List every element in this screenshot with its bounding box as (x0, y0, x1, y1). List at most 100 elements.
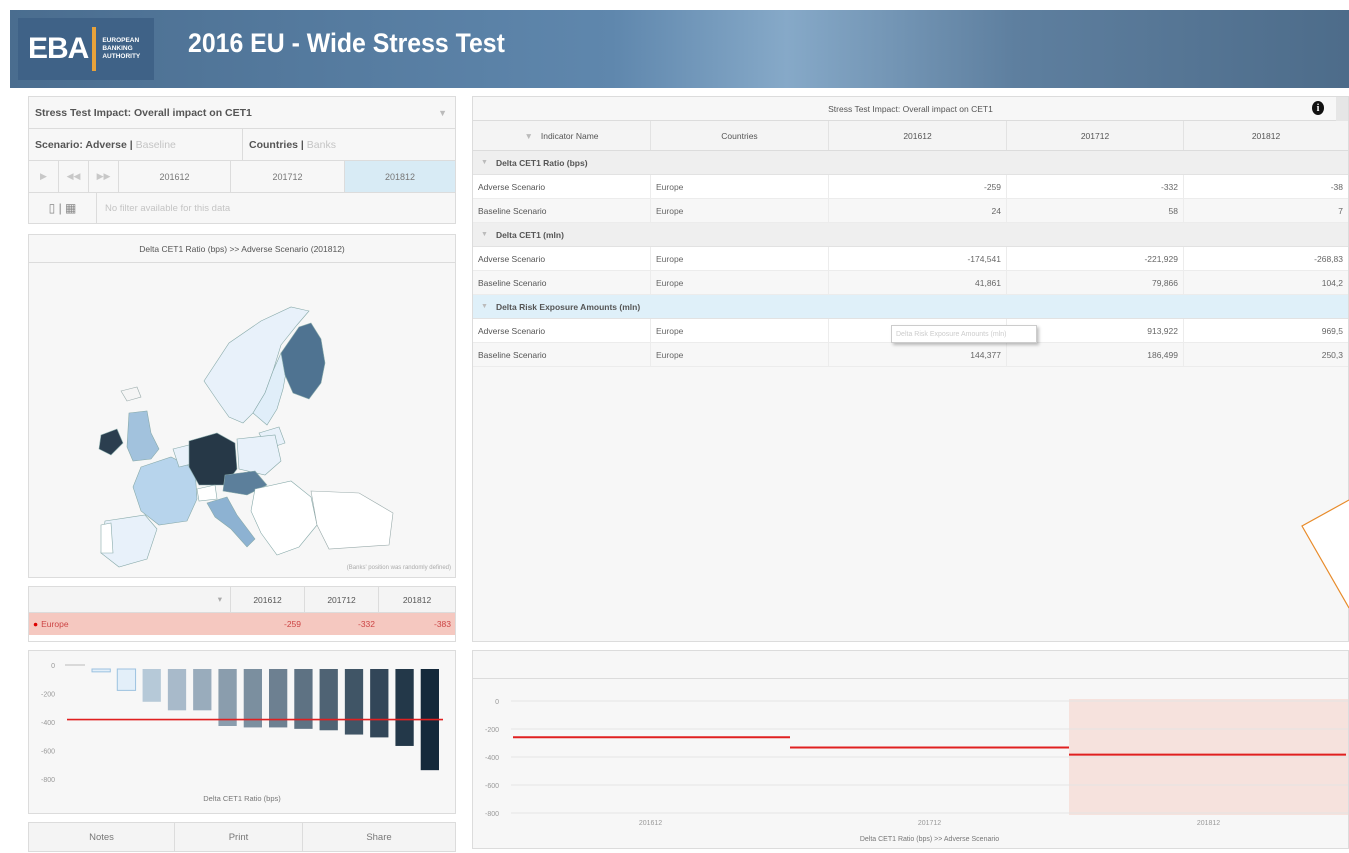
table-icon[interactable]: ▦ (65, 201, 76, 215)
data-table-panel: Stress Test Impact: Overall impact on CE… (472, 96, 1349, 642)
bar-y-tick: -200 (41, 692, 55, 699)
page-title: 2016 EU - Wide Stress Test (188, 28, 505, 58)
row-country: Europe (651, 175, 829, 198)
row-value-201712: 79,866 (1007, 271, 1184, 294)
banks-option[interactable]: Banks (307, 139, 336, 151)
bar-mark[interactable] (319, 669, 338, 731)
annotation-callout-shape (1301, 499, 1349, 609)
col-countries[interactable]: Countries (651, 121, 829, 150)
col-201712[interactable]: 201712 (1007, 121, 1184, 150)
table-row[interactable]: Baseline Scenario Europe 144,377 186,499 250… (473, 343, 1348, 367)
panel-scroll-handle[interactable] (1336, 97, 1348, 121)
share-button[interactable]: Share (303, 823, 455, 851)
map-region-iceland[interactable] (120, 386, 142, 402)
countries-toggle[interactable]: Countries | Banks (243, 129, 455, 160)
print-button[interactable]: Print (175, 823, 303, 851)
row-label: Adverse Scenario (473, 247, 651, 270)
bar-mark[interactable] (142, 669, 161, 702)
collapse-icon[interactable]: ▼ (481, 231, 488, 238)
summary-table: ▾ 201612 201712 201812 ● Europe -259 -332… (28, 586, 456, 642)
period-201612[interactable]: 201612 (119, 161, 231, 192)
col-201612[interactable]: 201612 (829, 121, 1007, 150)
bar-mark[interactable] (218, 669, 237, 726)
table-row[interactable]: Baseline Scenario Europe 24 58 7 (473, 199, 1348, 223)
indicator-dropdown[interactable]: Stress Test Impact: Overall impact on CE… (29, 97, 455, 129)
bar-mark[interactable] (344, 669, 364, 735)
line-y-tick: -200 (485, 727, 499, 734)
map-region-poland[interactable] (236, 434, 282, 476)
eba-logo: EBA EUROPEAN BANKING AUTHORITY (18, 18, 154, 80)
row-value-201812: 969,5 (1321, 325, 1343, 336)
summary-row-europe[interactable]: ● Europe -259 -332 -383 (29, 613, 455, 635)
bar-chart[interactable]: 0 -200 -400 -600 -800 Delta CET1 Ratio (bps) (29, 651, 455, 813)
bar-mark[interactable] (370, 669, 389, 738)
logo-bar (92, 27, 97, 71)
table-row[interactable]: Adverse Scenario Europe -174,541 -221,929 -2… (473, 247, 1348, 271)
red-dot-icon: ● (33, 619, 39, 629)
col-indicator-name[interactable]: ▼ Indicator Name (473, 121, 651, 150)
line-y-tick: -800 (485, 811, 499, 818)
bar-mark[interactable] (116, 668, 137, 691)
bar-mark[interactable] (269, 669, 288, 728)
bar-mark[interactable] (243, 669, 262, 728)
row-label: Baseline Scenario (473, 271, 651, 294)
collapse-icon[interactable]: ▼ (481, 159, 488, 166)
play-icon[interactable]: ▶ (29, 161, 59, 192)
period-201712[interactable]: 201712 (231, 161, 345, 192)
map-region-balkans[interactable] (250, 480, 318, 556)
line-x-tick: 201812 (1197, 820, 1220, 827)
scenario-toggle[interactable]: Scenario: Adverse | Baseline (29, 129, 243, 160)
bar-mark[interactable] (193, 669, 212, 711)
table-group-header[interactable]: ▼ Delta Risk Exposure Amounts (mln) (473, 295, 1348, 319)
bar-mark[interactable] (91, 668, 111, 673)
line-chart-panel: 0 -200 -400 -600 -800 201612 201712 201812 Delta… (472, 650, 1349, 849)
europe-map[interactable]: (Banks' position was randomly defined) (29, 263, 455, 575)
row-value-201812: 104,2 (1321, 277, 1343, 288)
view-toggle[interactable]: ▯ | ▦ (29, 193, 97, 223)
line-chart[interactable]: 0 -200 -400 -600 -800 201612 201712 201812 Delta… (473, 679, 1348, 848)
bar-y-tick: 0 (51, 663, 55, 670)
row-value-201612: 24 (829, 199, 1007, 222)
table-row[interactable]: Baseline Scenario Europe 41,861 79,866 104,2 (473, 271, 1348, 295)
summary-header-201612: 201612 (231, 587, 305, 612)
rewind-icon[interactable]: ◀◀ (59, 161, 89, 192)
summary-header-201812: 201812 (402, 594, 432, 605)
table-group-header[interactable]: ▼ Delta CET1 (mln) (473, 223, 1348, 247)
col-201812[interactable]: 201812 (1184, 121, 1348, 150)
map-region-france[interactable] (132, 456, 198, 526)
bar-y-tick: -400 (41, 720, 55, 727)
map-region-italy[interactable] (206, 496, 256, 548)
forward-icon[interactable]: ▶▶ (89, 161, 119, 192)
baseline-option[interactable]: Baseline (136, 139, 176, 151)
row-country: Europe (651, 271, 829, 294)
period-201812[interactable]: 201812 (345, 161, 455, 192)
row-value-201712: -332 (1007, 175, 1184, 198)
logo-authority: EUROPEAN BANKING AUTHORITY (102, 37, 141, 60)
map-region-uk[interactable] (126, 410, 160, 462)
notes-button[interactable]: Notes (29, 823, 175, 851)
map-region-ireland[interactable] (98, 428, 124, 456)
logo-text: EBA (28, 32, 89, 65)
bar-y-tick: -600 (41, 749, 55, 756)
table-row[interactable]: Adverse Scenario Europe -259 -332 -38 (473, 175, 1348, 199)
row-value-201712: 58 (1007, 199, 1184, 222)
chevron-down-icon: ▼ (438, 107, 447, 118)
collapse-icon[interactable]: ▼ (481, 303, 488, 310)
info-icon[interactable]: i (1312, 101, 1324, 115)
row-country: Europe (651, 199, 829, 222)
line-x-tick: 201612 (639, 820, 662, 827)
map-region-switzerland[interactable] (196, 484, 218, 502)
bar-mark[interactable] (395, 669, 414, 746)
row-value-201812: -268,83 (1314, 253, 1343, 264)
map-icon[interactable]: ▯ (49, 201, 56, 215)
map-region-portugal[interactable] (100, 522, 114, 554)
bar-mark[interactable] (167, 669, 187, 711)
summary-sort-icon[interactable]: ▾ (29, 587, 231, 612)
group-label: Delta Risk Exposure Amounts (mln) (495, 301, 641, 312)
summary-value-201812: -383 (433, 619, 451, 629)
row-country: Europe (651, 319, 829, 342)
table-group-header[interactable]: ▼ Delta CET1 Ratio (bps) (473, 151, 1348, 175)
map-region-east[interactable] (310, 490, 394, 550)
sort-icon[interactable]: ▼ (524, 131, 532, 141)
row-label: Adverse Scenario (473, 319, 651, 342)
